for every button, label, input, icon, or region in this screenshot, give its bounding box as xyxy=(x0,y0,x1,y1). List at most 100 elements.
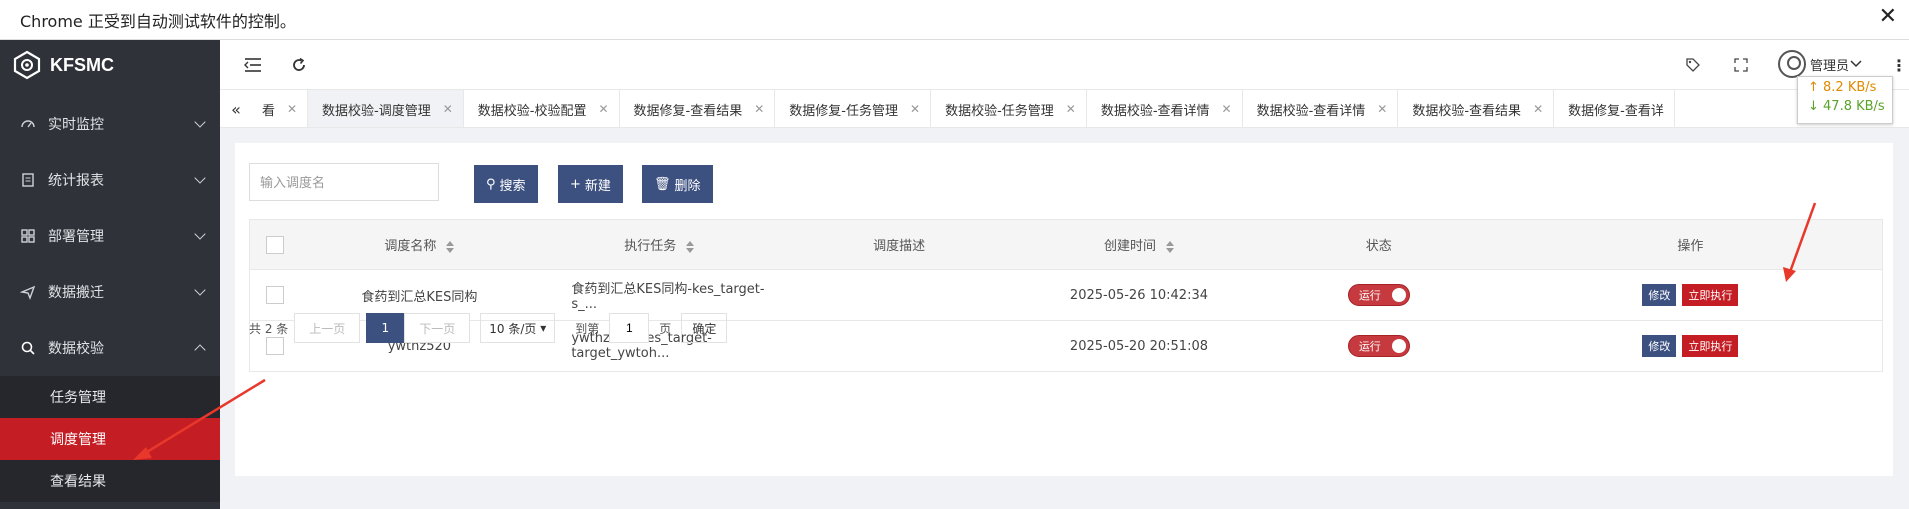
tab-label: 数据校验-查看详情 xyxy=(1256,103,1366,119)
confirm-page-button[interactable]: 确定 xyxy=(681,313,728,343)
cell-status: 运行 xyxy=(1258,320,1499,372)
logo-text: KFSMC xyxy=(50,54,114,75)
select-all-checkbox[interactable] xyxy=(265,235,284,254)
select-all-cell xyxy=(249,219,300,270)
sidebar-item-monitor[interactable]: 实时监控 xyxy=(0,96,220,152)
close-icon[interactable]: ✕ xyxy=(1377,102,1387,116)
pager-total: 共 2 条 xyxy=(249,321,289,336)
more-icon[interactable]: ⋮ xyxy=(1888,54,1909,76)
col-header-name[interactable]: 调度名称 xyxy=(299,219,540,270)
tab-schedule-manage[interactable]: 数据校验-调度管理 ✕ xyxy=(308,90,464,127)
fullscreen-icon[interactable] xyxy=(1730,54,1752,76)
trash-icon: 🗑 xyxy=(654,176,671,192)
sidebar-item-migrate[interactable]: 数据搬迁 xyxy=(0,264,220,320)
deploy-icon xyxy=(21,229,35,243)
tab-item[interactable]: 看 ✕ xyxy=(252,90,308,127)
sidebar-item-deploy[interactable]: 部署管理 xyxy=(0,208,220,264)
tab-label: 数据修复-查看结果 xyxy=(633,103,743,119)
refresh-icon[interactable] xyxy=(288,54,310,76)
main-panel: ⚲搜索 +新建 🗑删除 调度名称 执行任务 调度描述 创建时间 状态 操作 食药… xyxy=(235,143,1893,476)
page-size-value: 10 条/页 xyxy=(489,321,537,336)
prev-page-button[interactable]: 上一页 xyxy=(294,313,361,343)
close-icon[interactable]: ✕ xyxy=(287,102,297,116)
chevron-up-icon xyxy=(194,344,206,356)
close-icon[interactable]: ✕ xyxy=(1879,4,1897,29)
cell-desc xyxy=(779,269,1020,321)
tab-item[interactable]: 数据校验-查看详情 ✕ xyxy=(1087,90,1243,127)
sort-icon[interactable] xyxy=(446,240,455,253)
sort-icon[interactable] xyxy=(686,240,695,253)
chevron-down-icon xyxy=(194,228,206,240)
sidebar-item-label: 实时监控 xyxy=(48,117,104,133)
schedule-search-input[interactable] xyxy=(249,163,439,201)
sidebar-subitem-task-manage[interactable]: 任务管理 xyxy=(0,376,220,418)
run-now-button[interactable]: 立即执行 xyxy=(1682,335,1739,357)
cell-actions: 修改 立即执行 xyxy=(1498,320,1883,372)
toggle-knob xyxy=(1391,339,1406,353)
edit-button[interactable]: 修改 xyxy=(1642,284,1677,306)
close-icon[interactable]: ✕ xyxy=(754,102,764,116)
collapse-menu-icon[interactable] xyxy=(242,54,264,76)
close-icon[interactable]: ✕ xyxy=(1066,102,1076,116)
page-number-button[interactable]: 1 xyxy=(366,313,405,343)
tab-item[interactable]: 数据校验-查看结果 ✕ xyxy=(1398,90,1555,127)
cell-created: 2025-05-26 10:42:34 xyxy=(1019,269,1259,321)
delete-button-label: 删除 xyxy=(674,178,701,194)
close-icon[interactable]: ✕ xyxy=(1222,102,1232,116)
run-now-button[interactable]: 立即执行 xyxy=(1682,284,1739,306)
close-icon[interactable]: ✕ xyxy=(443,102,453,116)
col-header-status: 状态 xyxy=(1258,219,1499,270)
status-label: 运行 xyxy=(1358,289,1381,302)
tab-item[interactable]: 数据修复-查看详 xyxy=(1554,90,1675,127)
close-icon[interactable]: ✕ xyxy=(1533,102,1543,116)
user-menu[interactable]: 管理员 xyxy=(1778,50,1863,78)
sidebar-subitem-view-results[interactable]: 查看结果 xyxy=(0,460,220,502)
sidebar-subitem-schedule-manage[interactable]: 调度管理 xyxy=(0,418,220,460)
sidebar-subitem-label: 任务管理 xyxy=(50,390,106,406)
goto-page-input[interactable] xyxy=(609,313,650,343)
tab-scroll-left-icon[interactable]: « xyxy=(220,90,252,127)
tab-item[interactable]: 数据校验-任务管理 ✕ xyxy=(931,90,1087,127)
sidebar-item-label: 统计报表 xyxy=(48,173,104,189)
row-checkbox[interactable] xyxy=(265,286,284,304)
next-page-button[interactable]: 下一页 xyxy=(404,313,471,343)
sort-icon[interactable] xyxy=(1165,240,1174,253)
search-icon xyxy=(21,341,35,355)
delete-button[interactable]: 🗑 删除 xyxy=(642,165,713,203)
sidebar-item-label: 数据搬迁 xyxy=(48,285,104,301)
toggle-knob xyxy=(1391,288,1406,302)
col-header-task[interactable]: 执行任务 xyxy=(539,219,780,270)
tab-item[interactable]: 数据修复-查看结果 ✕ xyxy=(620,90,776,127)
top-header: 管理员 ⋮ xyxy=(220,40,1909,90)
edit-button[interactable]: 修改 xyxy=(1642,335,1677,357)
dashboard-icon xyxy=(21,120,35,128)
tab-item[interactable]: 数据校验-查看详情 ✕ xyxy=(1243,90,1399,127)
chevron-down-icon xyxy=(194,284,206,296)
tab-item[interactable]: 数据校验-校验配置 ✕ xyxy=(464,90,620,127)
close-icon[interactable]: ✕ xyxy=(910,102,920,116)
chevron-down-icon xyxy=(194,116,206,128)
sidebar-item-label: 部署管理 xyxy=(48,229,104,245)
status-toggle[interactable]: 运行 xyxy=(1347,284,1410,306)
search-button[interactable]: ⚲ 搜索 xyxy=(474,165,538,203)
status-toggle[interactable]: 运行 xyxy=(1347,335,1410,357)
column-label: 调度名称 xyxy=(384,239,437,254)
column-label: 执行任务 xyxy=(624,239,677,254)
cell-status: 运行 xyxy=(1258,269,1499,321)
col-header-actions: 操作 xyxy=(1498,219,1883,270)
chrome-automation-infobar: Chrome 正受到自动测试软件的控制。 ✕ xyxy=(0,0,1909,40)
page-unit-label: 页 xyxy=(659,321,672,336)
search-button-label: 搜索 xyxy=(499,178,526,194)
new-button[interactable]: + 新建 xyxy=(558,165,623,203)
column-label: 状态 xyxy=(1365,239,1392,254)
close-icon[interactable]: ✕ xyxy=(598,102,608,116)
column-label: 调度描述 xyxy=(873,239,926,254)
sidebar-item-verify[interactable]: 数据校验 xyxy=(0,320,220,376)
page-size-select[interactable]: 10 条/页 ▾ xyxy=(480,313,556,343)
goto-label: 到第 xyxy=(575,321,600,336)
col-header-created[interactable]: 创建时间 xyxy=(1019,219,1259,270)
sidebar-item-reports[interactable]: 统计报表 xyxy=(0,152,220,208)
user-name: 管理员 xyxy=(1810,58,1850,74)
tab-item[interactable]: 数据修复-任务管理 ✕ xyxy=(775,90,932,127)
tag-icon[interactable] xyxy=(1682,54,1704,76)
